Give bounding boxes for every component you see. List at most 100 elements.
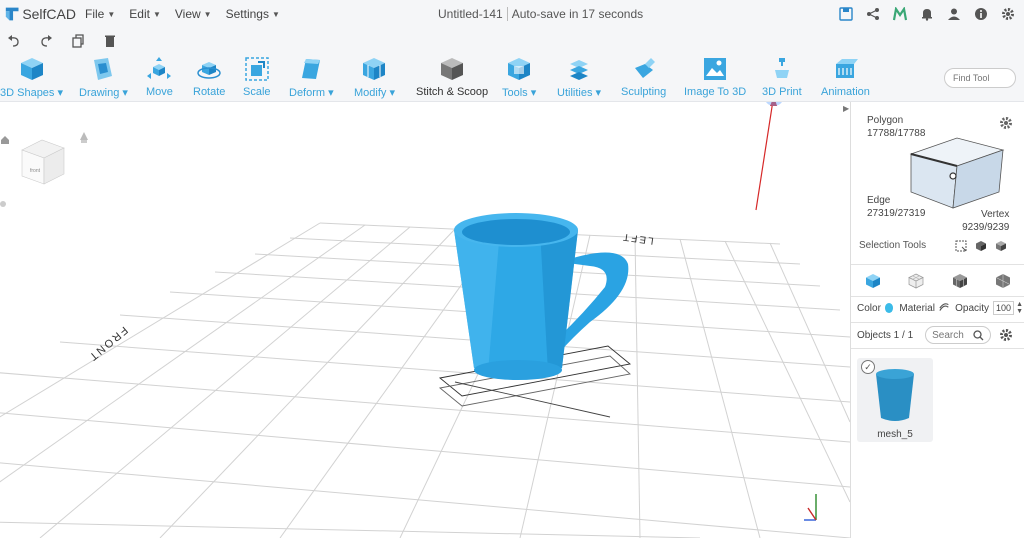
menu-settings[interactable]: Settings ▼ bbox=[219, 7, 287, 21]
tab-mesh-icon[interactable] bbox=[952, 273, 968, 289]
tool-3d-print[interactable]: 3D Print bbox=[762, 56, 802, 98]
chevron-down-icon: ▼ bbox=[203, 9, 212, 19]
edge-mode[interactable]: Edge 27319/27319 bbox=[867, 194, 925, 220]
vertex-mode[interactable]: Vertex 9239/9239 bbox=[961, 208, 1009, 234]
bell-icon[interactable] bbox=[919, 6, 935, 22]
user-icon[interactable] bbox=[946, 6, 962, 22]
chevron-down-icon: ▼ bbox=[107, 9, 116, 19]
find-tool-input[interactable] bbox=[944, 68, 1016, 88]
view-cube-label: front bbox=[30, 168, 41, 174]
document-title[interactable]: Untitled-141 bbox=[438, 7, 503, 21]
cube-icon bbox=[19, 56, 45, 82]
panel-tabs bbox=[851, 268, 1024, 294]
search-input[interactable]: Search bbox=[932, 330, 964, 341]
material-icon[interactable] bbox=[939, 303, 949, 313]
sculpting-icon bbox=[631, 56, 657, 82]
tool-image-to-3d-label: Image To 3D bbox=[684, 86, 747, 98]
axis-gizmo bbox=[804, 494, 817, 521]
tool-image-to-3d[interactable]: Image To 3D bbox=[684, 56, 746, 98]
scale-icon bbox=[244, 56, 270, 82]
tool-3d-print-label: 3D Print bbox=[762, 86, 802, 98]
share-icon[interactable] bbox=[865, 6, 881, 22]
app-logo[interactable]: SelfCAD bbox=[4, 5, 76, 23]
tab-sphere-icon[interactable] bbox=[995, 273, 1011, 289]
tool-deform-label: Deform ▾ bbox=[289, 87, 334, 99]
tool-deform[interactable]: Deform ▾ bbox=[289, 56, 334, 99]
tool-sculpting-label: Sculpting bbox=[621, 86, 667, 98]
object-card[interactable]: ✓ mesh_5 bbox=[857, 358, 933, 442]
objects-search[interactable]: Search bbox=[925, 326, 992, 344]
tool-ribbon: 3D Shapes ▾ Drawing ▾ Move Rotate Scale … bbox=[0, 54, 1024, 102]
opacity-input[interactable]: 100 bbox=[993, 301, 1015, 315]
settings-icon[interactable] bbox=[1000, 6, 1016, 22]
objects-settings-icon[interactable] bbox=[999, 328, 1013, 342]
3d-viewport[interactable]: FRONT LEFT front bbox=[0, 102, 850, 538]
annotation-arrow bbox=[755, 102, 774, 211]
stepper-icon[interactable]: ▲ ▼ bbox=[1016, 301, 1023, 315]
mug-model[interactable] bbox=[454, 213, 629, 380]
3d-print-icon bbox=[769, 56, 795, 82]
menu-edit-label: Edit bbox=[129, 7, 150, 21]
utilities-icon bbox=[566, 56, 592, 82]
menu-settings-label: Settings bbox=[225, 7, 269, 21]
tool-3d-shapes[interactable]: 3D Shapes ▾ bbox=[0, 56, 63, 99]
tool-animation[interactable]: Animation bbox=[821, 56, 870, 98]
deform-icon bbox=[298, 56, 324, 82]
select-all-icon[interactable] bbox=[995, 240, 1007, 252]
tools-icon bbox=[506, 56, 532, 82]
objects-count: Objects 1 / 1 bbox=[857, 329, 914, 341]
orbit-icon[interactable] bbox=[0, 201, 6, 207]
divider bbox=[851, 348, 1024, 349]
topbar-icons bbox=[838, 0, 1016, 28]
edit-toolbar bbox=[0, 28, 1024, 54]
menu-view[interactable]: View ▼ bbox=[168, 7, 219, 21]
app-window: SelfCAD File ▼ Edit ▼ View ▼ Settings ▼ Unti… bbox=[0, 0, 1024, 538]
tab-wireframe-icon[interactable] bbox=[908, 273, 925, 289]
copy-icon[interactable] bbox=[70, 33, 86, 49]
menu-file[interactable]: File ▼ bbox=[78, 7, 122, 21]
box-select-icon[interactable] bbox=[955, 240, 967, 252]
tool-stitch-scoop[interactable]: Stitch & Scoop bbox=[416, 56, 488, 98]
m-logo-icon[interactable] bbox=[892, 6, 908, 22]
tool-rotate[interactable]: Rotate bbox=[193, 56, 225, 98]
tool-tools[interactable]: Tools ▾ bbox=[502, 56, 536, 99]
tool-utilities[interactable]: Utilities ▾ bbox=[557, 56, 601, 99]
multi-select-icon[interactable] bbox=[975, 240, 987, 252]
divider bbox=[851, 296, 1024, 297]
trash-icon[interactable] bbox=[102, 33, 118, 49]
save-icon[interactable] bbox=[838, 6, 854, 22]
material-label: Material bbox=[899, 302, 935, 314]
camera-icon[interactable] bbox=[80, 132, 88, 143]
view-cube[interactable]: front bbox=[21, 139, 65, 185]
tool-sculpting[interactable]: Sculpting bbox=[621, 56, 666, 98]
color-swatch[interactable] bbox=[884, 303, 894, 313]
tool-drawing[interactable]: Drawing ▾ bbox=[79, 56, 128, 99]
cursor-highlight bbox=[766, 102, 782, 106]
tool-modify[interactable]: Modify ▾ bbox=[354, 56, 395, 99]
tool-scale-label: Scale bbox=[243, 86, 271, 98]
rotate-icon bbox=[196, 56, 222, 82]
search-icon[interactable] bbox=[973, 329, 984, 341]
scene-canvas[interactable]: FRONT LEFT front bbox=[0, 102, 850, 538]
tool-modify-label: Modify ▾ bbox=[354, 87, 395, 99]
vertex-label: Vertex bbox=[981, 209, 1010, 220]
tab-object-icon[interactable] bbox=[865, 273, 881, 289]
drawing-icon bbox=[90, 56, 116, 82]
tool-rotate-label: Rotate bbox=[193, 86, 226, 98]
info-icon[interactable] bbox=[973, 6, 989, 22]
settings-gear-icon[interactable] bbox=[999, 116, 1013, 130]
animation-icon bbox=[832, 56, 859, 82]
collapse-panel-icon[interactable]: ▶ bbox=[843, 104, 851, 116]
home-icon[interactable] bbox=[1, 136, 9, 144]
menu-edit[interactable]: Edit ▼ bbox=[122, 7, 168, 21]
tool-scale[interactable]: Scale bbox=[243, 56, 271, 98]
app-name: SelfCAD bbox=[22, 6, 76, 22]
objects-row: Objects 1 / 1 Search bbox=[857, 326, 1023, 344]
tool-move[interactable]: Move bbox=[146, 56, 173, 98]
redo-icon[interactable] bbox=[38, 33, 54, 49]
undo-icon[interactable] bbox=[6, 33, 22, 49]
menu-bar: SelfCAD File ▼ Edit ▼ View ▼ Settings ▼ Unti… bbox=[0, 0, 1024, 28]
image-to-3d-icon bbox=[702, 56, 728, 82]
tool-tools-label: Tools ▾ bbox=[502, 87, 537, 99]
color-label: Color bbox=[857, 302, 881, 314]
